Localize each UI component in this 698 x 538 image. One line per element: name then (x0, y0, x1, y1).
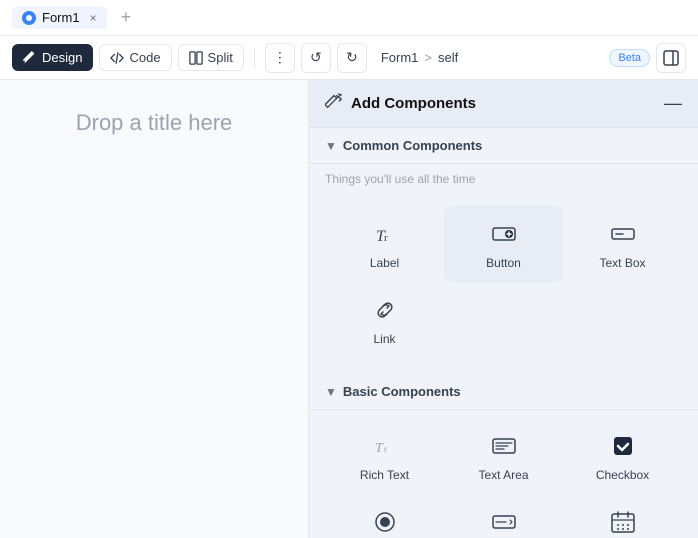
component-radio-button[interactable]: Radio Button (325, 494, 444, 538)
label-icon: Tr (369, 218, 401, 250)
checkbox-component-label: Checkbox (596, 468, 649, 482)
link-icon (369, 294, 401, 326)
component-button[interactable]: Button (444, 206, 563, 282)
close-tab-button[interactable]: × (90, 11, 97, 25)
code-icon (110, 51, 124, 65)
side-panel: Add Components — ▼ Common Components Thi… (308, 80, 698, 538)
component-rich-text[interactable]: T r Rich Text (325, 418, 444, 494)
link-component-label: Link (373, 332, 395, 346)
tab-icon (22, 11, 36, 25)
common-components-grid: Tr Label Button (309, 198, 698, 374)
breadcrumb: Form1 > self (381, 50, 458, 65)
canvas-placeholder: Drop a title here (76, 110, 233, 136)
panel-header: Add Components — (309, 80, 698, 128)
component-label[interactable]: Tr Label (325, 206, 444, 282)
canvas[interactable]: Drop a title here (0, 80, 308, 538)
toolbar: Design Code Split ⋮ ↺ ↻ Form1 > self Bet… (0, 36, 698, 80)
button-component-label: Button (486, 256, 521, 270)
beta-badge: Beta (609, 49, 650, 67)
panel-title: Add Components (351, 95, 476, 112)
basic-components-label: Basic Components (343, 384, 461, 399)
redo-button[interactable]: ↻ (337, 43, 367, 73)
text-box-component-label: Text Box (599, 256, 645, 270)
component-text-area[interactable]: Text Area (444, 418, 563, 494)
common-components-label: Common Components (343, 138, 482, 153)
common-components-section: ▼ Common Components Things you'll use al… (309, 128, 698, 374)
add-tab-button[interactable]: + (115, 7, 138, 28)
button-icon (488, 218, 520, 250)
text-area-component-label: Text Area (478, 468, 528, 482)
panel-header-title-group: Add Components (325, 92, 476, 115)
common-chevron-icon: ▼ (325, 139, 337, 153)
common-description: Things you'll use all the time (309, 164, 698, 198)
more-button[interactable]: ⋮ (265, 43, 295, 73)
text-area-icon (488, 430, 520, 462)
checkbox-icon (607, 430, 639, 462)
undo-button[interactable]: ↺ (301, 43, 331, 73)
component-dropdown[interactable]: Dropdown (444, 494, 563, 538)
svg-text:r: r (384, 232, 388, 244)
basic-components-grid: T r Rich Text (309, 410, 698, 538)
date-picker-icon (607, 506, 639, 538)
tab-label: Form1 (42, 10, 80, 25)
layout-toggle-button[interactable] (656, 43, 686, 73)
dropdown-icon (488, 506, 520, 538)
text-box-icon (607, 218, 639, 250)
collapse-button[interactable]: — (664, 93, 682, 114)
code-button[interactable]: Code (99, 44, 171, 71)
form-tab[interactable]: Form1 × (12, 6, 107, 29)
rich-text-component-label: Rich Text (360, 468, 409, 482)
toolbar-separator-1 (254, 48, 255, 68)
common-components-header[interactable]: ▼ Common Components (309, 128, 698, 164)
breadcrumb-arrow: > (424, 50, 432, 65)
basic-chevron-icon: ▼ (325, 385, 337, 399)
component-date-picker[interactable]: Date Picker (563, 494, 682, 538)
design-button[interactable]: Design (12, 44, 93, 71)
layout-icon (663, 50, 679, 66)
title-bar: Form1 × + (0, 0, 698, 36)
label-component-label: Label (370, 256, 399, 270)
design-icon (23, 51, 37, 65)
svg-text:T: T (375, 441, 384, 456)
basic-components-header[interactable]: ▼ Basic Components (309, 374, 698, 410)
component-checkbox[interactable]: Checkbox (563, 418, 682, 494)
basic-components-section: ▼ Basic Components T r Rich Text (309, 374, 698, 538)
radio-button-icon (369, 506, 401, 538)
main-area: Drop a title here Add Components — ▼ Com… (0, 80, 698, 538)
component-link[interactable]: Link (325, 282, 444, 358)
svg-text:r: r (384, 444, 387, 454)
component-text-box[interactable]: Text Box (563, 206, 682, 282)
split-icon (189, 51, 203, 65)
split-button[interactable]: Split (178, 44, 244, 71)
rich-text-icon: T r (369, 430, 401, 462)
wand-icon (325, 92, 343, 115)
